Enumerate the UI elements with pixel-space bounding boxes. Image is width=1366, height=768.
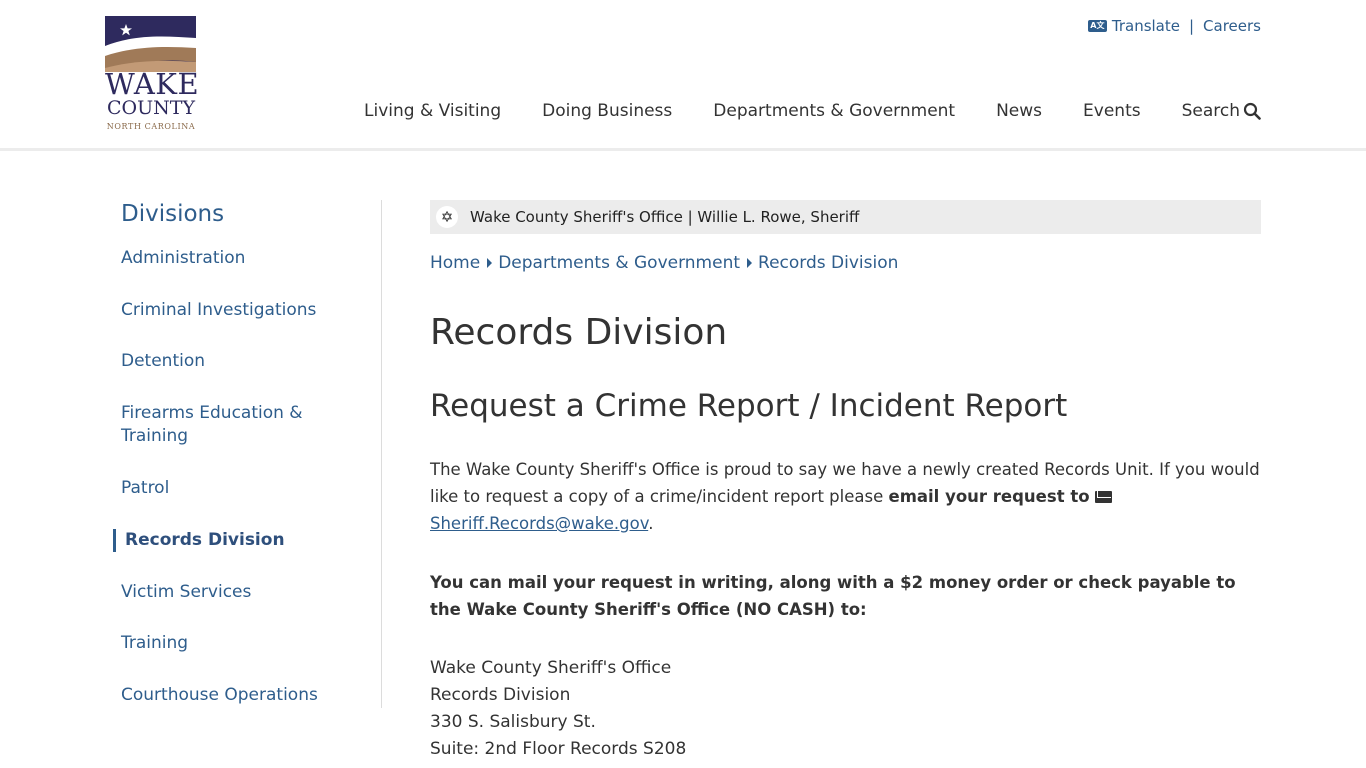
translate-icon[interactable]: A文 (1087, 20, 1107, 32)
breadcrumb-current[interactable]: Records Division (758, 253, 898, 273)
records-email-link[interactable]: Sheriff.Records@wake.gov (430, 514, 648, 533)
intro-paragraph: The Wake County Sheriff's Office is prou… (430, 456, 1261, 537)
sidebar-item-administration[interactable]: Administration (121, 247, 341, 270)
sidebar-item-courthouse-operations[interactable]: Courthouse Operations (121, 684, 341, 707)
sidebar-item-criminal-investigations[interactable]: Criminal Investigations (121, 299, 341, 322)
sidebar-item-records-division[interactable]: Records Division (113, 529, 345, 552)
sidebar-title: Divisions (121, 201, 225, 227)
nav-events[interactable]: Events (1083, 101, 1141, 121)
nav-departments-government[interactable]: Departments & Government (713, 101, 955, 121)
logo-wake-text: WAKE (105, 67, 200, 101)
translate-link[interactable]: Translate (1112, 17, 1180, 35)
nav-news[interactable]: News (996, 101, 1042, 121)
logo-state-text: NORTH CAROLINA (106, 122, 196, 131)
sheriff-banner: ✡ Wake County Sheriff's Office | Willie … (430, 200, 1261, 234)
intro-text: The Wake County Sheriff's Office is prou… (430, 460, 1260, 506)
breadcrumb-caret-icon (747, 258, 753, 268)
banner-text[interactable]: Wake County Sheriff's Office | Willie L.… (470, 208, 859, 226)
envelope-icon (1094, 491, 1112, 503)
sidebar-item-victim-services[interactable]: Victim Services (121, 581, 341, 604)
breadcrumb: Home Departments & Government Records Di… (430, 253, 898, 273)
sidebar-item-training[interactable]: Training (121, 632, 341, 655)
page-title: Records Division (430, 312, 728, 353)
utility-separator: | (1188, 17, 1195, 35)
site-header: WAKE COUNTY NORTH CAROLINA A文 Translate … (0, 0, 1366, 151)
logo-county-text: COUNTY (107, 97, 195, 119)
logo-flag-icon (105, 16, 196, 72)
sidebar-item-detention[interactable]: Detention (121, 350, 341, 373)
nav-search-label: Search (1181, 101, 1240, 121)
nav-doing-business[interactable]: Doing Business (542, 101, 672, 121)
breadcrumb-home[interactable]: Home (430, 253, 480, 273)
breadcrumb-caret-icon (487, 258, 493, 268)
wake-county-logo[interactable]: WAKE COUNTY NORTH CAROLINA (105, 16, 200, 134)
main-navigation: Living & Visiting Doing Business Departm… (364, 101, 1261, 121)
nav-search[interactable]: Search (1182, 101, 1261, 121)
intro-bold-text: email your request to (888, 487, 1090, 506)
search-icon (1243, 102, 1261, 120)
utility-links: A文 Translate | Careers (1087, 17, 1261, 35)
address-line: Suite: 2nd Floor Records S208 (430, 739, 687, 759)
address-line: Records Division (430, 685, 571, 705)
intro-end: . (648, 514, 654, 533)
mail-instructions: You can mail your request in writing, al… (430, 573, 1236, 619)
sidebar: Divisions Administration Criminal Invest… (113, 200, 382, 708)
mailing-address: Wake County Sheriff's Office Records Div… (430, 655, 686, 763)
address-line: Wake County Sheriff's Office (430, 658, 672, 678)
sidebar-item-firearms-education-training[interactable]: Firearms Education & Training (121, 402, 321, 448)
nav-living-visiting[interactable]: Living & Visiting (364, 101, 501, 121)
breadcrumb-departments[interactable]: Departments & Government (498, 253, 740, 273)
address-line: 330 S. Salisbury St. (430, 712, 596, 732)
section-heading: Request a Crime Report / Incident Report (430, 388, 1068, 424)
careers-link[interactable]: Careers (1203, 17, 1261, 35)
sheriff-star-icon: ✡ (436, 206, 458, 228)
sidebar-item-patrol[interactable]: Patrol (121, 477, 341, 500)
